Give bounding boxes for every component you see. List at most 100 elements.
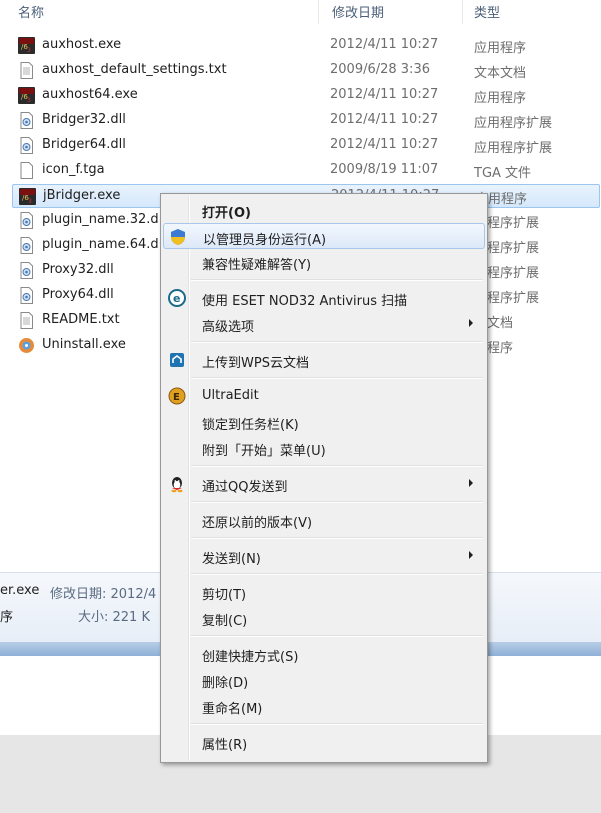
submenu-arrow-icon xyxy=(469,479,473,487)
context-menu: 打开(O) 以管理员身份运行(A) 兼容性疑难解答(Y) e 使用 ESET NOD32… xyxy=(160,193,488,763)
menu-item[interactable]: 上传到WPS云文档 xyxy=(163,347,485,373)
menu-item[interactable]: e 使用 ESET NOD32 Antivirus 扫描 xyxy=(163,285,485,311)
column-date-header[interactable]: 修改日期 xyxy=(332,2,384,21)
menu-item-label: 附到「开始」菜单(U) xyxy=(202,444,326,459)
text-file-icon xyxy=(18,312,35,329)
column-separator[interactable] xyxy=(318,0,319,24)
file-name: jBridger.exe xyxy=(43,188,121,203)
file-name: Uninstall.exe xyxy=(42,337,126,352)
menu-separator xyxy=(191,723,483,725)
file-name: README.txt xyxy=(42,312,120,327)
menu-item[interactable]: 复制(C) xyxy=(163,605,485,631)
menu-item-label: 高级选项 xyxy=(202,320,255,335)
menu-item[interactable]: 以管理员身份运行(A) xyxy=(163,223,485,249)
file-row[interactable]: Bridger64.dll 2012/4/11 10:27 应用程序扩展 xyxy=(12,134,600,158)
svg-text:3: 3 xyxy=(27,47,31,54)
menu-item[interactable]: 锁定到任务栏(K) xyxy=(163,409,485,435)
menu-item-label: 以管理员身份运行(A) xyxy=(203,233,327,248)
svg-text:E: E xyxy=(173,392,180,403)
menu-item[interactable]: 创建快捷方式(S) xyxy=(163,641,485,667)
file-type: TGA 文件 xyxy=(474,166,532,181)
menu-item-label: 创建快捷方式(S) xyxy=(202,650,299,665)
menu-item[interactable]: E UltraEdit xyxy=(163,383,485,409)
exe-icon: /6 3 xyxy=(18,87,35,104)
file-name: auxhost64.exe xyxy=(42,87,138,102)
svg-text:3: 3 xyxy=(27,97,31,104)
column-name-header[interactable]: 名称 xyxy=(18,2,44,21)
menu-item-label: 兼容性疑难解答(Y) xyxy=(202,258,312,273)
file-type: 应用程序扩展 xyxy=(474,141,553,156)
menu-item-label: 剪切(T) xyxy=(202,588,247,603)
details-file-type: 序 xyxy=(0,610,14,625)
menu-item-label: 上传到WPS云文档 xyxy=(202,356,309,371)
menu-item[interactable]: 还原以前的版本(V) xyxy=(163,507,485,533)
uac-shield-icon xyxy=(169,228,187,246)
menu-item-label: 复制(C) xyxy=(202,614,248,629)
menu-item-label: 属性(R) xyxy=(202,738,248,753)
file-modified-date: 2012/4/11 10:27 xyxy=(330,112,439,127)
svg-text:3: 3 xyxy=(28,198,32,205)
menu-item[interactable]: 属性(R) xyxy=(163,729,485,755)
file-name: Bridger64.dll xyxy=(42,137,126,152)
wps-cloud-icon xyxy=(168,351,186,369)
text-file-icon xyxy=(18,62,35,79)
menu-separator xyxy=(191,537,483,539)
menu-separator xyxy=(191,465,483,467)
menu-separator xyxy=(191,377,483,379)
menu-item-label: 发送到(N) xyxy=(202,552,261,567)
menu-item-label: 通过QQ发送到 xyxy=(202,480,288,495)
dll-icon xyxy=(18,262,35,279)
file-type: 应用程序 xyxy=(474,91,527,106)
file-type: 应用程序 xyxy=(474,41,527,56)
file-name: Bridger32.dll xyxy=(42,112,126,127)
menu-item-label: 删除(D) xyxy=(202,676,249,691)
dll-icon xyxy=(18,287,35,304)
column-type-header[interactable]: 类型 xyxy=(474,2,500,21)
dll-icon xyxy=(18,212,35,229)
file-name: Proxy64.dll xyxy=(42,287,114,302)
menu-item[interactable]: 打开(O) xyxy=(163,197,485,223)
menu-item[interactable]: 兼容性疑难解答(Y) xyxy=(163,249,485,275)
file-type: 应用程序扩展 xyxy=(474,116,553,131)
menu-separator xyxy=(191,279,483,281)
eset-icon: e xyxy=(168,289,186,307)
menu-item[interactable]: 剪切(T) xyxy=(163,579,485,605)
submenu-arrow-icon xyxy=(469,551,473,559)
menu-item[interactable]: 删除(D) xyxy=(163,667,485,693)
file-icon xyxy=(18,162,35,179)
exe-icon: /6 3 xyxy=(18,37,35,54)
details-modified-date: 修改日期: 2012/4 xyxy=(50,587,157,602)
menu-item[interactable]: 重命名(M) xyxy=(163,693,485,719)
file-name: auxhost_default_settings.txt xyxy=(42,62,227,77)
file-row[interactable]: /6 3 auxhost64.exe 2012/4/11 10:27 应用程序 xyxy=(12,84,600,108)
file-row[interactable]: Bridger32.dll 2012/4/11 10:27 应用程序扩展 xyxy=(12,109,600,133)
file-row[interactable]: icon_f.tga 2009/8/19 11:07 TGA 文件 xyxy=(12,159,600,183)
menu-item-label: 打开(O) xyxy=(202,206,251,221)
menu-item-label: 还原以前的版本(V) xyxy=(202,516,313,531)
dll-icon xyxy=(18,137,35,154)
file-name: plugin_name.64.d xyxy=(42,237,159,252)
file-modified-date: 2009/6/28 3:36 xyxy=(330,62,430,77)
dll-icon xyxy=(18,237,35,254)
file-row[interactable]: auxhost_default_settings.txt 2009/6/28 3:… xyxy=(12,59,600,83)
column-header: 名称 修改日期 类型 xyxy=(0,0,601,24)
file-name: auxhost.exe xyxy=(42,37,122,52)
menu-item-label: UltraEdit xyxy=(202,388,259,403)
dll-icon xyxy=(18,112,35,129)
file-name: Proxy32.dll xyxy=(42,262,114,277)
submenu-arrow-icon xyxy=(469,319,473,327)
file-row[interactable]: /6 3 auxhost.exe 2012/4/11 10:27 应用程序 xyxy=(12,34,600,58)
menu-separator xyxy=(191,341,483,343)
menu-item[interactable]: 高级选项 xyxy=(163,311,485,337)
file-modified-date: 2012/4/11 10:27 xyxy=(330,137,439,152)
menu-item[interactable]: 附到「开始」菜单(U) xyxy=(163,435,485,461)
menu-item-label: 使用 ESET NOD32 Antivirus 扫描 xyxy=(202,294,408,309)
file-name: plugin_name.32.d xyxy=(42,212,159,227)
file-name: icon_f.tga xyxy=(42,162,105,177)
menu-item-label: 锁定到任务栏(K) xyxy=(202,418,299,433)
menu-separator xyxy=(191,635,483,637)
menu-item[interactable]: 发送到(N) xyxy=(163,543,485,569)
column-separator[interactable] xyxy=(462,0,463,24)
qq-penguin-icon xyxy=(168,475,186,493)
menu-item[interactable]: 通过QQ发送到 xyxy=(163,471,485,497)
